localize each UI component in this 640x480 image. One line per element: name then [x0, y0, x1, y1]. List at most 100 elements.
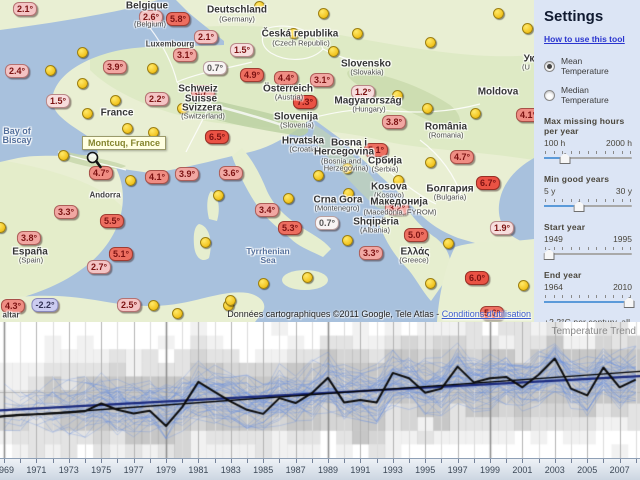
slider-track-area[interactable] — [544, 245, 632, 259]
slider-track-area[interactable] — [544, 149, 632, 163]
axis-tick — [522, 459, 523, 463]
station-marker[interactable] — [342, 235, 353, 246]
slider-handle[interactable] — [544, 249, 555, 260]
station-marker[interactable] — [147, 63, 158, 74]
station-marker[interactable] — [200, 237, 211, 248]
temp-trend-marker[interactable]: 6.0° — [465, 271, 489, 285]
temp-trend-marker[interactable]: 5.0° — [404, 228, 428, 242]
axis-year-label: 1989 — [313, 465, 343, 475]
station-marker[interactable] — [258, 278, 269, 289]
slider-track-area[interactable] — [544, 293, 632, 307]
axis-year-label: 1999 — [475, 465, 505, 475]
temp-trend-marker[interactable]: 2.1° — [194, 30, 218, 44]
axis-tick — [101, 459, 102, 463]
station-marker[interactable] — [328, 46, 339, 57]
temp-trend-marker[interactable]: 3.1° — [310, 73, 334, 87]
slider-track[interactable] — [544, 157, 632, 159]
slider-min-good-years: Min good years5 y30 y — [544, 174, 632, 211]
station-marker[interactable] — [82, 108, 93, 119]
temp-trend-marker[interactable]: 3.9° — [103, 60, 127, 74]
temp-trend-marker[interactable]: 4.9° — [240, 68, 264, 82]
station-marker[interactable] — [225, 295, 236, 306]
station-marker[interactable] — [422, 103, 433, 114]
temp-trend-marker[interactable]: 5.3° — [278, 221, 302, 235]
radio-row-median[interactable]: Median Temperature — [544, 85, 632, 105]
temp-trend-marker[interactable]: 4.7° — [450, 150, 474, 164]
temp-trend-marker[interactable]: 6.7° — [476, 176, 500, 190]
station-marker[interactable] — [45, 65, 56, 76]
station-marker[interactable] — [493, 8, 504, 19]
temp-trend-marker[interactable]: 2.7° — [87, 260, 111, 274]
temp-trend-marker[interactable]: 2.4° — [5, 64, 29, 78]
mean-temperature-radio[interactable] — [544, 61, 555, 72]
axis-year-label: 1971 — [21, 465, 51, 475]
station-marker[interactable] — [313, 170, 324, 181]
temp-trend-marker[interactable]: 3.6° — [219, 166, 243, 180]
attribution-terms-link[interactable]: Conditions d'utilisation — [442, 309, 531, 319]
axis-year-label: 1997 — [443, 465, 473, 475]
temp-trend-marker[interactable]: 4.1° — [516, 108, 534, 122]
radio-row-mean[interactable]: Mean Temperature — [544, 56, 632, 76]
temp-trend-marker[interactable]: 3.9° — [175, 167, 199, 181]
temp-trend-marker[interactable]: 1.5° — [46, 94, 70, 108]
axis-tick — [20, 459, 21, 463]
station-marker[interactable] — [318, 8, 329, 19]
temp-trend-marker[interactable]: 1.5° — [230, 43, 254, 57]
temp-trend-marker[interactable]: 0.7° — [315, 216, 339, 230]
axis-tick — [36, 459, 37, 463]
station-marker[interactable] — [518, 280, 529, 291]
station-marker[interactable] — [122, 123, 133, 134]
temp-trend-marker[interactable]: 5.1° — [109, 247, 133, 261]
station-marker[interactable] — [443, 238, 454, 249]
temp-trend-marker[interactable]: 5.8° — [166, 12, 190, 26]
station-marker[interactable] — [522, 23, 533, 34]
slider-track[interactable] — [544, 253, 632, 255]
station-marker[interactable] — [283, 193, 294, 204]
temp-trend-marker[interactable]: 4.1° — [145, 170, 169, 184]
climate-tool-app: 2.1°2.6°5.8°2.1°1.5°3.1°0.7°2.4°3.9°4.9°… — [0, 0, 640, 480]
map-label: Herzegovina) — [324, 164, 369, 173]
station-marker[interactable] — [77, 47, 88, 58]
axis-tick — [636, 459, 637, 463]
station-marker[interactable] — [172, 308, 183, 319]
temp-trend-marker[interactable]: 3.8° — [17, 231, 41, 245]
slider-handle[interactable] — [574, 201, 585, 212]
slider-track-area[interactable] — [544, 197, 632, 211]
temp-trend-marker[interactable]: 2.5° — [117, 298, 141, 312]
temp-trend-marker[interactable]: 3.8° — [382, 115, 406, 129]
slider-handle[interactable] — [624, 297, 635, 308]
temp-trend-marker[interactable]: 3.3° — [54, 205, 78, 219]
slider-ticks — [545, 247, 631, 250]
station-marker[interactable] — [425, 278, 436, 289]
station-marker[interactable] — [110, 95, 121, 106]
temp-trend-marker[interactable]: 1.9° — [490, 221, 514, 235]
slider-track[interactable] — [544, 205, 632, 207]
station-marker[interactable] — [125, 175, 136, 186]
slider-handle[interactable] — [560, 153, 571, 164]
temp-trend-marker[interactable]: 6.5° — [205, 130, 229, 144]
station-marker[interactable] — [425, 37, 436, 48]
map-label: Македонија — [370, 197, 428, 208]
temp-trend-marker[interactable]: 2.1° — [13, 2, 37, 16]
slider-track[interactable] — [544, 301, 632, 303]
temp-trend-marker[interactable]: 5.5° — [100, 214, 124, 228]
slider-start-year: Start year19491995 — [544, 222, 632, 259]
help-link[interactable]: How to use this tool — [544, 34, 625, 44]
temp-trend-marker[interactable]: -2.2° — [31, 298, 58, 312]
temp-trend-marker[interactable]: 3.4° — [255, 203, 279, 217]
temp-trend-marker[interactable]: 3.1° — [173, 48, 197, 62]
median-temperature-radio[interactable] — [544, 90, 555, 101]
station-marker[interactable] — [470, 108, 481, 119]
temp-trend-marker[interactable]: 3.3° — [359, 246, 383, 260]
station-marker[interactable] — [77, 78, 88, 89]
europe-map[interactable]: 2.1°2.6°5.8°2.1°1.5°3.1°0.7°2.4°3.9°4.9°… — [0, 0, 534, 322]
map-label: (U — [522, 63, 530, 72]
station-marker[interactable] — [58, 150, 69, 161]
station-marker[interactable] — [425, 157, 436, 168]
station-marker[interactable] — [213, 190, 224, 201]
station-marker[interactable] — [352, 28, 363, 39]
temp-trend-marker[interactable]: 0.7° — [203, 61, 227, 75]
temp-trend-marker[interactable]: 2.2° — [145, 92, 169, 106]
station-marker[interactable] — [302, 272, 313, 283]
station-marker[interactable] — [148, 300, 159, 311]
